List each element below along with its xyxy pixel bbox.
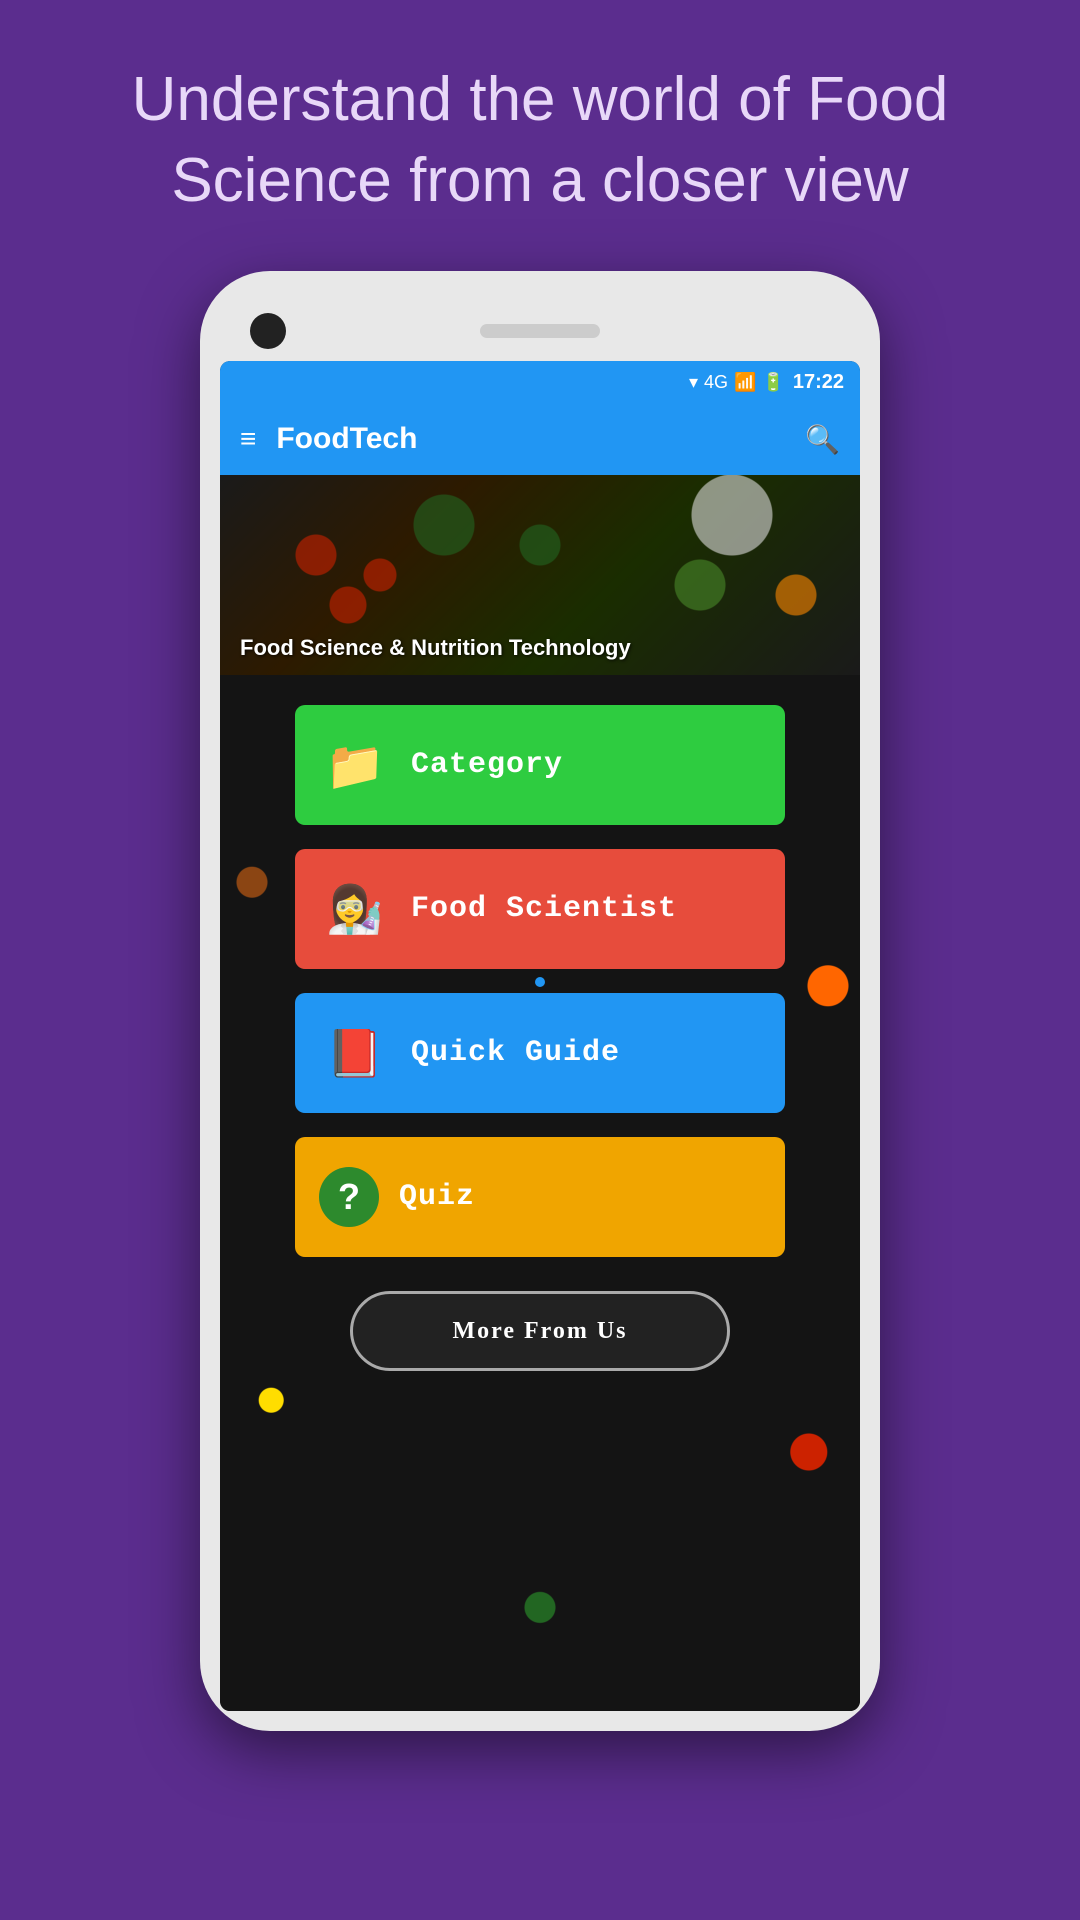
dot-indicator [535,977,545,987]
food-scientist-icon: 👩‍🔬 [319,873,391,945]
app-title: FoodTech [276,422,785,456]
hero-subtitle: Food Science & Nutrition Technology [220,635,631,661]
quiz-button[interactable]: ? Quiz [295,1137,785,1257]
quick-guide-button[interactable]: 📕 Quick Guide [295,993,785,1113]
wifi-icon: ▾ [689,372,698,393]
hamburger-menu-icon[interactable]: ≡ [240,423,256,455]
signal-bars-icon: 📶 [734,372,756,393]
category-label: Category [411,748,563,782]
signal-4g: 4G [704,372,728,393]
main-menu-area: 📁 Category 👩‍🔬 Food Scientist 📕 Quick Gu… [220,675,860,1711]
search-icon[interactable]: 🔍 [805,423,840,456]
app-bar: ≡ FoodTech 🔍 [220,403,860,475]
category-button[interactable]: 📁 Category [295,705,785,825]
quick-guide-book-icon: 📕 [319,1017,391,1089]
food-scientist-label: Food Scientist [411,892,677,926]
quiz-label: Quiz [399,1180,475,1214]
camera-icon [250,313,286,349]
status-time: 17:22 [793,371,844,394]
phone-top-bezel [220,291,860,361]
phone-screen: ▾ 4G 📶 🔋 17:22 ≡ FoodTech 🔍 Food Science… [220,361,860,1711]
status-icons: ▾ 4G 📶 🔋 [689,372,785,393]
battery-icon: 🔋 [762,372,784,393]
food-scientist-button[interactable]: 👩‍🔬 Food Scientist [295,849,785,969]
category-folder-icon: 📁 [319,729,391,801]
status-bar: ▾ 4G 📶 🔋 17:22 [220,361,860,403]
phone-mockup: ▾ 4G 📶 🔋 17:22 ≡ FoodTech 🔍 Food Science… [200,271,880,1731]
page-header-title: Understand the world of Food Science fro… [0,0,1080,271]
more-from-us-button[interactable]: More From Us [350,1291,730,1371]
quiz-question-icon: ? [319,1167,379,1227]
speaker-grille [480,324,600,338]
quick-guide-label: Quick Guide [411,1036,620,1070]
hero-banner: Food Science & Nutrition Technology [220,475,860,675]
